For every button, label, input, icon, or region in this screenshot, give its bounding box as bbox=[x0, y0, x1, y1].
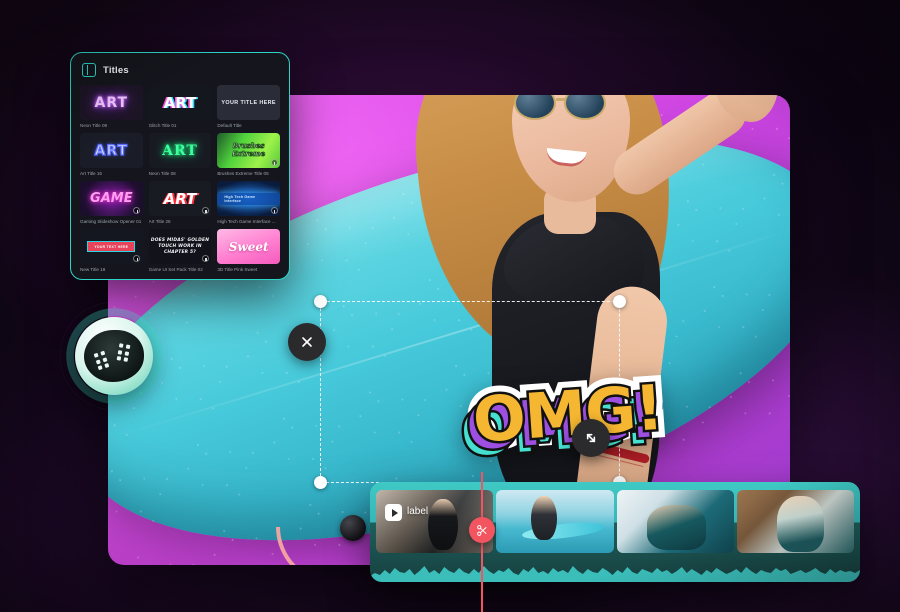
download-icon[interactable] bbox=[270, 159, 278, 167]
title-preset-label: Art Title 26 bbox=[148, 219, 171, 225]
title-preset-preview-text: YOUR TEXT HERE bbox=[87, 241, 136, 253]
dice-pips-right bbox=[116, 343, 130, 362]
download-icon[interactable] bbox=[201, 207, 209, 215]
title-preset-tile[interactable]: GAME Gaming Slideshow Opener 01 bbox=[80, 181, 143, 224]
timeline-clip-3[interactable] bbox=[616, 490, 734, 553]
timeline-playhead[interactable] bbox=[469, 472, 495, 612]
title-preset-label: Art Title 16 bbox=[80, 171, 102, 177]
title-preset-preview-text: Sweet bbox=[228, 239, 269, 254]
timeline-track[interactable]: label bbox=[370, 482, 860, 582]
close-button[interactable] bbox=[288, 323, 326, 361]
play-icon[interactable] bbox=[385, 504, 402, 521]
resize-handle-top-left[interactable] bbox=[314, 295, 327, 308]
title-preset-thumbnail[interactable]: ART bbox=[148, 181, 212, 217]
download-icon[interactable] bbox=[133, 255, 141, 263]
title-preset-label: Game UI Set Pack Title 02 bbox=[148, 267, 203, 273]
title-preset-label: Neon Title 09 bbox=[80, 123, 108, 128]
title-preset-label: High Tech Game Interface ... bbox=[217, 219, 276, 225]
title-preset-thumbnail[interactable]: ART bbox=[80, 133, 143, 169]
layout-panel-icon bbox=[82, 63, 96, 77]
title-preset-tile[interactable]: ART Art Title 26 bbox=[148, 181, 212, 225]
surfboard-leash-plug bbox=[340, 515, 366, 541]
title-preset-preview-text: ART bbox=[94, 142, 129, 159]
title-preset-preview-text: ART bbox=[94, 94, 129, 111]
titles-panel-header: Titles bbox=[80, 61, 280, 85]
resize-handle-top-right[interactable] bbox=[613, 295, 626, 308]
title-preset-label: New Title 18 bbox=[80, 267, 106, 273]
omg-sticker[interactable]: OMG! OMG! OMG! OMG! bbox=[358, 348, 673, 473]
app-stage: OMG! OMG! OMG! OMG! Titles ART Neon Title… bbox=[0, 0, 900, 612]
download-icon[interactable] bbox=[270, 207, 278, 215]
title-preset-preview-text: ART bbox=[162, 142, 198, 159]
title-preset-tile[interactable]: ART Neon Title 09 bbox=[80, 85, 143, 128]
title-preset-tile[interactable]: ART Art Title 16 bbox=[80, 133, 143, 176]
title-preset-thumbnail[interactable]: DOES MIDAS' GOLDEN TOUCH WORK IN CHAPTER… bbox=[148, 229, 212, 265]
resize-icon bbox=[586, 433, 596, 443]
scissors-button[interactable] bbox=[469, 517, 495, 543]
title-preset-thumbnail[interactable]: High Tech Game Interface bbox=[217, 181, 280, 217]
title-preset-label: 3D Title Pink Sweet bbox=[217, 267, 258, 273]
surfboard-leash bbox=[276, 527, 348, 565]
close-icon bbox=[302, 337, 312, 347]
title-preset-tile[interactable]: High Tech Game Interface High Tech Game I… bbox=[217, 181, 280, 224]
title-preset-tile[interactable]: Brushes Extreme Brushes Extreme Title 05 bbox=[217, 133, 280, 176]
title-preset-tile[interactable]: Sweet 3D Title Pink Sweet bbox=[217, 229, 280, 272]
title-preset-tile[interactable]: YOUR TEXT HERE New Title 18 bbox=[80, 229, 143, 272]
timeline-clip-4[interactable] bbox=[736, 490, 854, 553]
title-preset-thumbnail[interactable]: YOUR TITLE HERE bbox=[217, 85, 280, 120]
title-preset-preview-text: GAME bbox=[90, 191, 133, 207]
title-preset-tile[interactable]: ART Neon Title 08 bbox=[148, 133, 212, 177]
timeline-clips: label bbox=[376, 490, 854, 553]
titles-panel[interactable]: Titles ART Neon Title 09 ART Glitch Title 0… bbox=[70, 52, 290, 280]
title-preset-thumbnail[interactable]: GAME bbox=[80, 181, 143, 217]
timeline-clip-2[interactable] bbox=[496, 490, 614, 553]
title-presets-grid: ART Neon Title 09 ART Glitch Title 01 YOUR T… bbox=[80, 85, 280, 272]
title-preset-label: Neon Title 08 bbox=[148, 171, 176, 177]
title-preset-label: Glitch Title 01 bbox=[148, 123, 177, 128]
clip-label: label bbox=[407, 506, 429, 517]
title-preset-tile[interactable]: DOES MIDAS' GOLDEN TOUCH WORK IN CHAPTER… bbox=[148, 229, 212, 273]
title-preset-label: Gaming Slideshow Opener 01 bbox=[80, 219, 142, 225]
dice-pips-left bbox=[93, 350, 109, 371]
title-preset-preview-text: High Tech Game Interface bbox=[217, 192, 280, 205]
sticker-text-front: OMG! bbox=[468, 368, 667, 459]
title-preset-thumbnail[interactable]: ART bbox=[80, 85, 143, 120]
title-preset-thumbnail[interactable]: Sweet bbox=[217, 229, 280, 265]
title-preset-preview-text: DOES MIDAS' GOLDEN TOUCH WORK IN CHAPTER… bbox=[150, 237, 210, 255]
title-preset-thumbnail[interactable]: YOUR TEXT HERE bbox=[80, 229, 143, 265]
title-preset-thumbnail[interactable]: ART bbox=[148, 85, 212, 120]
title-preset-tile[interactable]: YOUR TITLE HERE Default Title bbox=[217, 85, 280, 128]
title-preset-preview-text: ART bbox=[163, 189, 197, 208]
resize-button[interactable] bbox=[572, 419, 610, 457]
title-preset-preview-text: YOUR TITLE HERE bbox=[221, 99, 276, 106]
scissors-icon bbox=[476, 524, 487, 536]
title-preset-preview-text: Brushes Extreme bbox=[232, 142, 266, 158]
title-preset-thumbnail[interactable]: ART bbox=[148, 133, 212, 169]
dice-orb[interactable] bbox=[60, 302, 168, 410]
download-icon[interactable] bbox=[133, 207, 141, 215]
titles-panel-title: Titles bbox=[103, 64, 129, 76]
download-icon[interactable] bbox=[201, 255, 209, 263]
resize-handle-bottom-left[interactable] bbox=[314, 476, 327, 489]
title-preset-label: Default Title bbox=[217, 123, 242, 128]
title-preset-thumbnail[interactable]: Brushes Extreme bbox=[217, 133, 280, 169]
title-preset-tile[interactable]: ART Glitch Title 01 bbox=[148, 85, 212, 128]
title-preset-preview-text: ART bbox=[163, 93, 197, 112]
title-preset-label: Brushes Extreme Title 05 bbox=[217, 171, 269, 177]
audio-waveform bbox=[370, 566, 860, 582]
